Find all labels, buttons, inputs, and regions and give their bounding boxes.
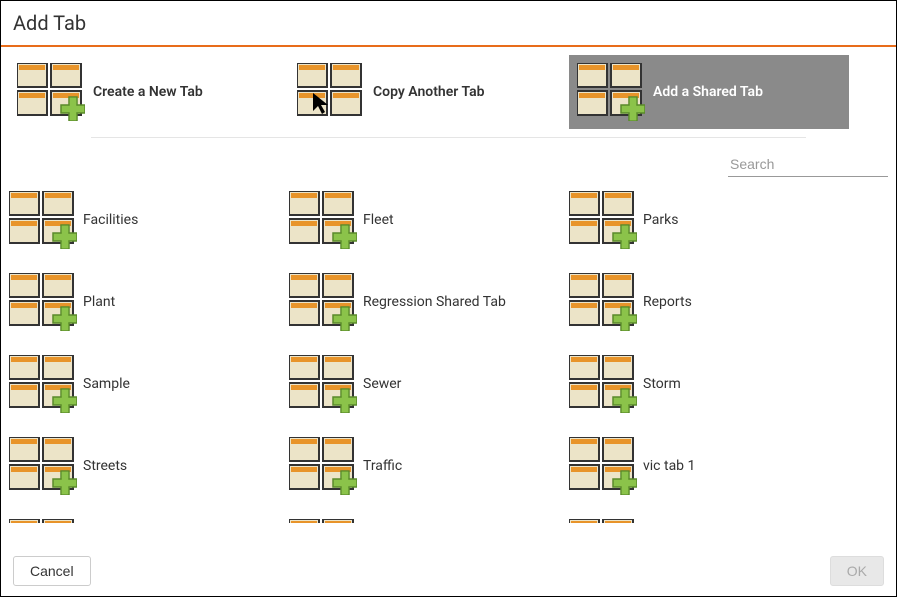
mode-add-shared-tab[interactable]: Add a Shared Tab xyxy=(569,55,849,129)
tab-item[interactable]: Facilities xyxy=(9,191,289,249)
grid-plus-icon xyxy=(569,519,637,523)
tabs-grid: Facilities Fleet Parks Plant Regression Shar… xyxy=(9,183,896,523)
tab-item[interactable]: Reports xyxy=(569,273,849,331)
tab-item-label: Storm xyxy=(643,376,681,392)
dialog-footer: Cancel OK xyxy=(1,546,896,596)
grid-plus-icon xyxy=(9,437,77,495)
dialog-title: Add Tab xyxy=(1,1,896,47)
grid-plus-icon xyxy=(17,63,85,121)
tab-item-label: Sample xyxy=(83,376,130,392)
mode-selector: Create a New Tab Copy Another Tab Add a … xyxy=(1,47,896,137)
grid-plus-icon xyxy=(289,355,357,413)
tab-item[interactable]: Streets xyxy=(9,437,289,495)
tab-item[interactable] xyxy=(9,519,289,523)
mode-label: Add a Shared Tab xyxy=(653,84,763,100)
grid-plus-icon xyxy=(289,519,357,523)
tab-item[interactable] xyxy=(289,519,569,523)
grid-plus-icon xyxy=(9,355,77,413)
ok-button[interactable]: OK xyxy=(830,556,884,586)
tab-item[interactable]: Parks xyxy=(569,191,849,249)
tab-item-label: Fleet xyxy=(363,212,394,228)
tab-item[interactable]: Sewer xyxy=(289,355,569,413)
tab-item[interactable]: Regression Shared Tab xyxy=(289,273,569,331)
tab-item[interactable]: Traffic xyxy=(289,437,569,495)
tab-item[interactable]: Plant xyxy=(9,273,289,331)
grid-plus-icon xyxy=(569,273,637,331)
tab-item[interactable] xyxy=(569,519,849,523)
grid-plus-icon xyxy=(9,519,77,523)
grid-plus-icon xyxy=(569,191,637,249)
tab-item-label: Traffic xyxy=(363,458,402,474)
cancel-button[interactable]: Cancel xyxy=(13,556,91,586)
tab-item[interactable]: Fleet xyxy=(289,191,569,249)
search-input[interactable] xyxy=(728,152,888,177)
tab-item-label: Sewer xyxy=(363,376,401,392)
search-row xyxy=(1,138,896,183)
tab-item[interactable]: Sample xyxy=(9,355,289,413)
tab-item-label: Plant xyxy=(83,294,115,310)
tab-item-label: Regression Shared Tab xyxy=(363,294,506,310)
grid-plus-icon xyxy=(289,437,357,495)
tab-item-label: Streets xyxy=(83,458,127,474)
grid-plus-icon xyxy=(9,273,77,331)
tab-item-label: Facilities xyxy=(83,212,138,228)
grid-plus-icon xyxy=(9,191,77,249)
tab-item[interactable]: Storm xyxy=(569,355,849,413)
grid-plus-icon xyxy=(577,63,645,121)
grid-plus-icon xyxy=(289,191,357,249)
mode-label: Copy Another Tab xyxy=(373,84,484,100)
grid-plus-icon xyxy=(569,437,637,495)
tabs-grid-scroll[interactable]: Facilities Fleet Parks Plant Regression Shar… xyxy=(1,183,896,523)
tab-item[interactable]: vic tab 1 xyxy=(569,437,849,495)
tab-item-label: vic tab 1 xyxy=(643,458,695,474)
mode-label: Create a New Tab xyxy=(93,84,203,100)
grid-plus-icon xyxy=(569,355,637,413)
tab-item-label: Reports xyxy=(643,294,692,310)
grid-cursor-icon xyxy=(297,63,365,121)
grid-plus-icon xyxy=(289,273,357,331)
tab-item-label: Parks xyxy=(643,212,678,228)
mode-copy-another-tab[interactable]: Copy Another Tab xyxy=(289,55,569,129)
mode-create-new-tab[interactable]: Create a New Tab xyxy=(9,55,289,129)
